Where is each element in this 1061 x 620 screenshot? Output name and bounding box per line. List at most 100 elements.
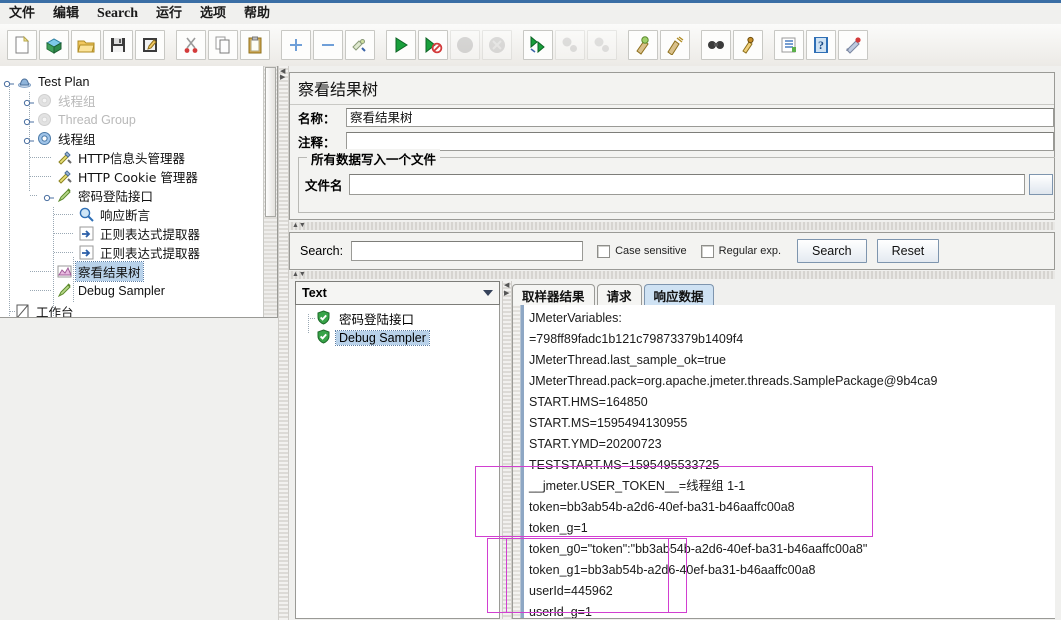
tree-node-login-sampler[interactable]: 密码登陆接口 [0, 186, 277, 205]
tree-node-label: HTTP信息头管理器 [78, 151, 185, 166]
tree-node-test-plan[interactable]: Test Plan [0, 72, 277, 91]
remote-start-all-icon[interactable] [523, 30, 553, 60]
comment-input[interactable] [346, 131, 1054, 151]
tree-node-workbench[interactable]: 工作台 [0, 302, 277, 317]
test-plan-tree[interactable]: Test Plan 线程组 Thread Group 线程组 HTTP信息头管理… [0, 66, 277, 317]
browse-button[interactable] [1029, 174, 1053, 195]
regular-exp-checkbox-wrap[interactable]: Regular exp. [700, 244, 781, 258]
window-right-clip [1055, 66, 1061, 620]
result-node-debug-sampler[interactable]: Debug Sampler [296, 318, 499, 347]
expand-handle-icon[interactable] [22, 115, 36, 126]
search-reset-icon[interactable] [733, 30, 763, 60]
tree-node-label: 正则表达式提取器 [100, 227, 201, 242]
menu-item-edit[interactable]: 编辑 [44, 4, 88, 23]
response-tabs: 取样器结果 请求 响应数据 [512, 282, 1061, 306]
view-results-tree-config-panel: 察看结果树 名称： 察看结果树 注释： 所有数据写入一个文件 文件名 [289, 72, 1058, 220]
tree-node-response-assertion[interactable]: 响应断言 [0, 205, 277, 224]
start-no-pauses-icon[interactable] [418, 30, 448, 60]
expand-handle-icon[interactable] [2, 77, 16, 88]
tree-node-regex-extractor-2[interactable]: 正则表达式提取器 [0, 243, 277, 262]
menu-item-file[interactable]: 文件 [0, 4, 44, 23]
view-results-icon [56, 263, 73, 280]
case-sensitive-checkbox-wrap[interactable]: Case sensitive [597, 244, 687, 258]
renderer-select[interactable]: Text [295, 281, 500, 305]
response-line: userId_g=1 [529, 605, 592, 619]
tree-panel-empty-area [0, 318, 278, 620]
save-as-icon[interactable] [135, 30, 165, 60]
reset-button[interactable]: Reset [876, 239, 940, 263]
tree-node-thread-group-active[interactable]: 线程组 [0, 129, 277, 148]
remote-stop-all-icon [555, 30, 585, 60]
save-icon[interactable] [103, 30, 133, 60]
renderer-selected-value: Text [302, 286, 327, 300]
cut-icon[interactable] [176, 30, 206, 60]
help-icon[interactable]: ? [806, 30, 836, 60]
horizontal-split-divider[interactable]: ◀ ▶ [278, 66, 289, 620]
tree-node-http-cookie-manager[interactable]: HTTP Cookie 管理器 [0, 167, 277, 186]
collapse-arrows-icon[interactable]: ▲▼ [292, 222, 306, 230]
chevron-down-icon[interactable] [483, 290, 493, 296]
results-area: Text 密码登陆接口 Debug Sampler ◀ ▶ 取样器结果 请求 响… [289, 281, 1061, 620]
templates-icon[interactable] [39, 30, 69, 60]
search-input[interactable] [351, 241, 584, 261]
tab-request[interactable]: 请求 [596, 284, 642, 305]
toggle-icon[interactable] [345, 30, 375, 60]
tree-node-debug-sampler[interactable]: Debug Sampler [0, 281, 277, 300]
expand-handle-icon[interactable] [22, 134, 36, 145]
clear-icon[interactable] [628, 30, 658, 60]
search-button[interactable]: Search [797, 239, 867, 263]
scrollbar-thumb[interactable] [265, 67, 276, 217]
menu-item-help[interactable]: 帮助 [235, 4, 279, 23]
tab-sampler-result[interactable]: 取样器结果 [512, 284, 595, 305]
new-icon[interactable] [7, 30, 37, 60]
copy-icon[interactable] [208, 30, 238, 60]
tree-node-label: Test Plan [38, 74, 90, 89]
response-data-viewer[interactable]: JMeterVariables: =798ff89fadc1b121c79873… [512, 305, 1061, 619]
undo-icon[interactable] [838, 30, 868, 60]
toolbar: ? [0, 24, 1061, 67]
collapse-strip-lower[interactable]: ▲▼ [289, 271, 1055, 279]
start-icon[interactable] [386, 30, 416, 60]
right-content-pane: 察看结果树 名称： 察看结果树 注释： 所有数据写入一个文件 文件名 ▲▼ Se… [289, 66, 1061, 620]
search-label: Search: [300, 244, 344, 258]
test-plan-icon [16, 73, 33, 90]
menu-item-options[interactable]: 选项 [191, 4, 235, 23]
tree-node-regex-extractor-1[interactable]: 正则表达式提取器 [0, 224, 277, 243]
tree-line [30, 176, 52, 177]
test-plan-tree-panel[interactable]: Test Plan 线程组 Thread Group 线程组 HTTP信息头管理… [0, 66, 278, 318]
name-input[interactable]: 察看结果树 [346, 107, 1054, 127]
toolbar-separator [376, 30, 385, 60]
clear-all-icon[interactable] [660, 30, 690, 60]
split-collapse-arrows-icon[interactable]: ◀ [504, 282, 509, 289]
case-sensitive-checkbox[interactable] [597, 244, 611, 258]
split-collapse-arrows-icon[interactable]: ◀ ▶ [280, 68, 285, 81]
tree-vertical-scrollbar[interactable] [263, 66, 277, 317]
collapse-arrows-icon[interactable]: ▲▼ [292, 271, 306, 279]
expand-handle-icon[interactable] [42, 191, 56, 202]
tree-node-label: 响应断言 [100, 208, 151, 223]
tree-node-thread-group-disabled-en[interactable]: Thread Group [0, 110, 277, 129]
menu-item-run[interactable]: 运行 [147, 4, 191, 23]
filename-input[interactable] [348, 174, 1025, 195]
tree-node-thread-group-disabled-cn[interactable]: 线程组 [0, 91, 277, 110]
menu-item-search[interactable]: Search [88, 4, 147, 23]
expand-handle-icon[interactable] [22, 96, 36, 107]
paste-icon[interactable] [240, 30, 270, 60]
tree-node-http-header-manager[interactable]: HTTP信息头管理器 [0, 148, 277, 167]
split-expand-arrows-icon[interactable]: ▶ [504, 290, 509, 297]
open-icon[interactable] [71, 30, 101, 60]
result-node-login[interactable]: 密码登陆接口 [296, 309, 499, 328]
function-helper-icon[interactable] [774, 30, 804, 60]
menu-bar: 文件 编辑 Search 运行 选项 帮助 [0, 3, 1061, 25]
results-tree[interactable]: 密码登陆接口 Debug Sampler [295, 305, 500, 619]
expand-all-icon[interactable] [281, 30, 311, 60]
search-icon[interactable] [701, 30, 731, 60]
tree-node-label: Thread Group [58, 112, 136, 127]
regular-exp-checkbox[interactable] [700, 244, 714, 258]
collapse-strip-upper[interactable]: ▲▼ [289, 222, 1055, 230]
collapse-all-icon[interactable] [313, 30, 343, 60]
results-split-divider[interactable]: ◀ ▶ [502, 281, 512, 619]
tab-response-data[interactable]: 响应数据 [643, 284, 714, 305]
tree-node-view-results-tree[interactable]: 察看结果树 [0, 261, 277, 282]
extractor-icon [78, 244, 95, 261]
